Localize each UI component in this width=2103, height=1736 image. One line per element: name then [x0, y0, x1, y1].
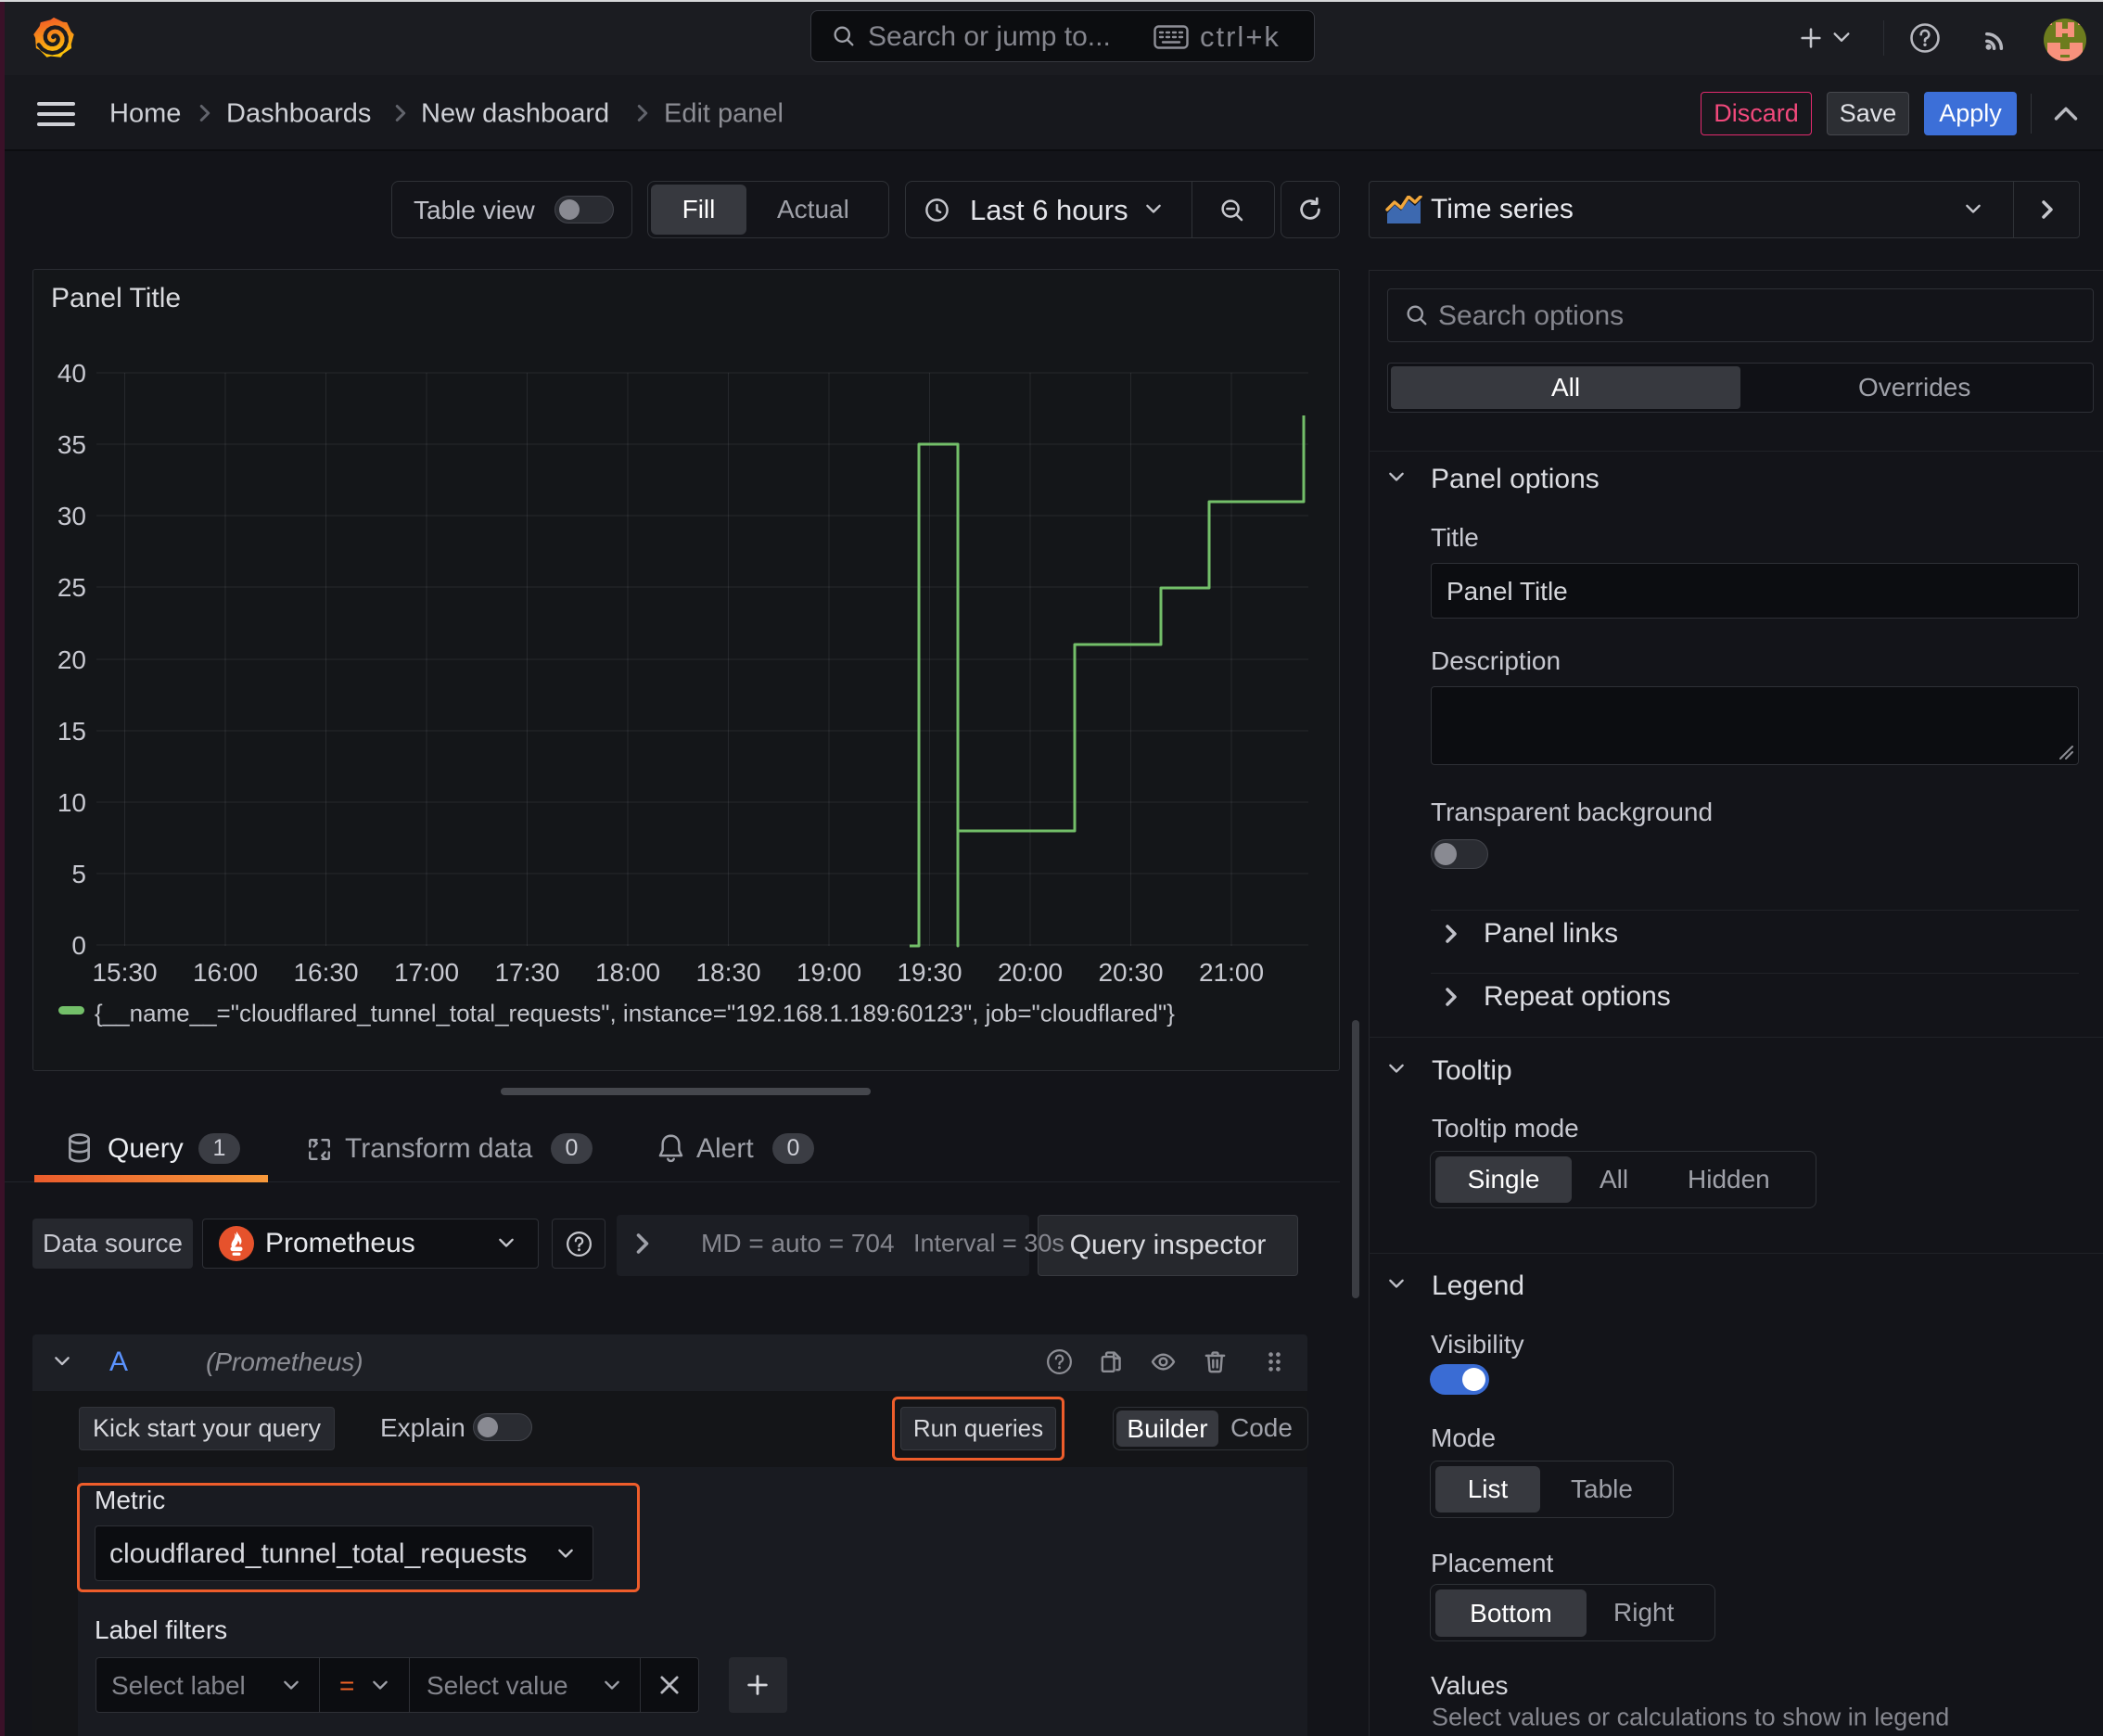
svg-text:25: 25 — [57, 573, 86, 602]
svg-text:40: 40 — [57, 359, 86, 388]
svg-text:5: 5 — [71, 860, 86, 888]
svg-text:17:30: 17:30 — [494, 958, 559, 987]
svg-text:15: 15 — [57, 717, 86, 746]
svg-text:20:00: 20:00 — [998, 958, 1063, 987]
svg-text:0: 0 — [71, 931, 86, 960]
svg-text:16:00: 16:00 — [193, 958, 258, 987]
svg-text:15:30: 15:30 — [92, 958, 157, 987]
svg-text:16:30: 16:30 — [293, 958, 358, 987]
svg-text:35: 35 — [57, 430, 86, 459]
svg-text:19:00: 19:00 — [797, 958, 861, 987]
svg-text:20:30: 20:30 — [1098, 958, 1163, 987]
svg-text:30: 30 — [57, 502, 86, 530]
svg-text:18:00: 18:00 — [595, 958, 660, 987]
svg-text:17:00: 17:00 — [394, 958, 459, 987]
svg-text:10: 10 — [57, 788, 86, 817]
svg-text:20: 20 — [57, 645, 86, 674]
svg-text:18:30: 18:30 — [695, 958, 760, 987]
svg-text:21:00: 21:00 — [1199, 958, 1264, 987]
svg-text:19:30: 19:30 — [897, 958, 962, 987]
